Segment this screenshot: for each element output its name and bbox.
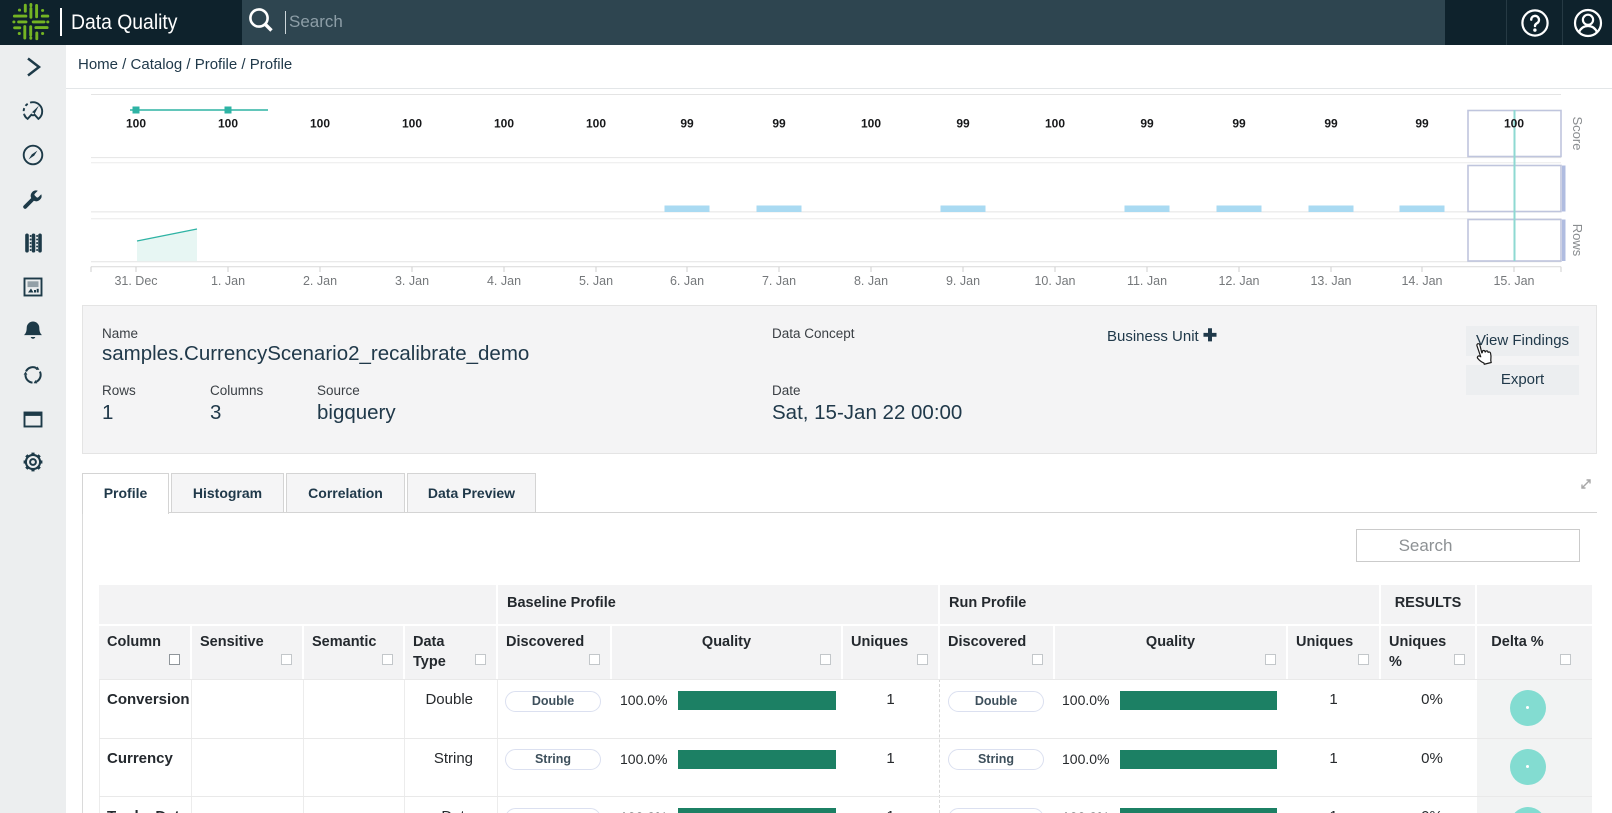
svg-text:100: 100: [861, 117, 881, 131]
svg-text:100: 100: [1045, 117, 1065, 131]
svg-text:99: 99: [956, 117, 970, 131]
svg-text:99: 99: [772, 117, 786, 131]
svg-text:3. Jan: 3. Jan: [395, 274, 429, 288]
svg-text:5. Jan: 5. Jan: [579, 274, 613, 288]
svg-text:100: 100: [310, 117, 330, 131]
svg-text:99: 99: [1324, 117, 1338, 131]
svg-text:1. Jan: 1. Jan: [211, 274, 245, 288]
svg-text:100: 100: [1504, 117, 1524, 131]
svg-text:31. Dec: 31. Dec: [114, 274, 157, 288]
svg-text:Rows: Rows: [1570, 224, 1585, 257]
svg-text:9. Jan: 9. Jan: [946, 274, 980, 288]
svg-text:99: 99: [1232, 117, 1246, 131]
svg-text:7. Jan: 7. Jan: [762, 274, 796, 288]
svg-text:100: 100: [126, 117, 146, 131]
svg-text:100: 100: [494, 117, 514, 131]
svg-text:8. Jan: 8. Jan: [854, 274, 888, 288]
svg-text:2. Jan: 2. Jan: [303, 274, 337, 288]
svg-text:99: 99: [1140, 117, 1154, 131]
svg-text:15. Jan: 15. Jan: [1493, 274, 1534, 288]
svg-text:99: 99: [1415, 117, 1429, 131]
svg-text:13. Jan: 13. Jan: [1310, 274, 1351, 288]
svg-text:4. Jan: 4. Jan: [487, 274, 521, 288]
svg-text:Score: Score: [1570, 117, 1585, 151]
svg-text:99: 99: [680, 117, 694, 131]
svg-text:100: 100: [218, 117, 238, 131]
svg-text:6. Jan: 6. Jan: [670, 274, 704, 288]
svg-text:12. Jan: 12. Jan: [1218, 274, 1259, 288]
svg-text:100: 100: [402, 117, 422, 131]
svg-text:11. Jan: 11. Jan: [1127, 274, 1167, 288]
svg-text:100: 100: [586, 117, 606, 131]
svg-text:10. Jan: 10. Jan: [1034, 274, 1075, 288]
svg-text:14. Jan: 14. Jan: [1401, 274, 1442, 288]
